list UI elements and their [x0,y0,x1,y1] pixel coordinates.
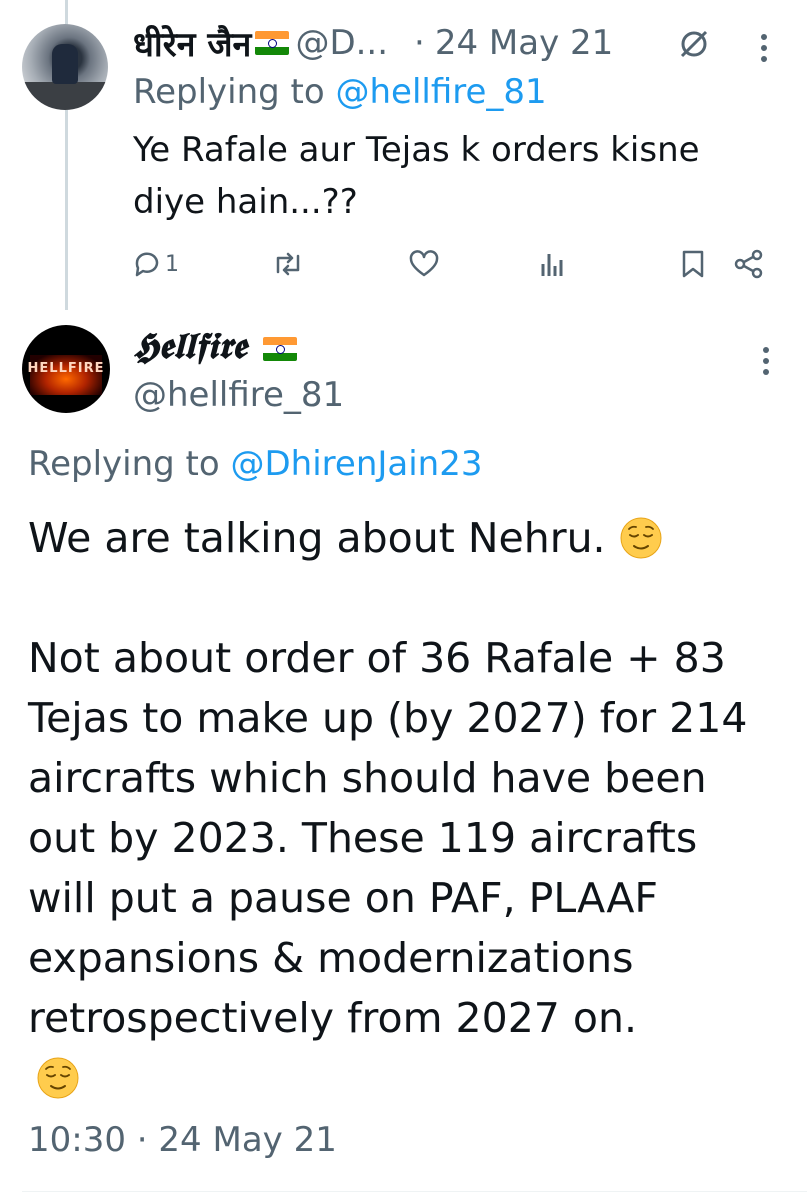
tweet-text-line: aircrafts which should have been [28,754,707,802]
separator-dot: · [136,1120,148,1160]
tweet-text-line: diye hain...?? [133,182,358,222]
tweet-text: We are talking about Nehru. Not about or… [28,508,788,1108]
tweet-time: 10:30 [28,1120,126,1160]
tweet-paragraph: Not about order of 36 Rafale + 83 Tejas … [28,628,788,1108]
replying-label: Replying to [133,72,325,112]
views-button[interactable] [538,244,566,284]
india-flag-icon [255,31,290,55]
tweet-text-line: out by 2023. These 119 aircrafts [28,814,698,862]
share-icon [734,249,763,279]
replying-to: Replying to @DhirenJain23 [28,444,483,484]
avatar-dhiren[interactable] [22,24,108,110]
india-flag-icon [262,337,297,361]
bookmark-icon [682,250,704,278]
avatar-logo-text: HELLFIRE [27,361,105,376]
retweet-icon [276,252,300,276]
more-icon[interactable] [762,347,770,379]
action-bar: 1 [133,244,773,284]
replying-label: Replying to [28,444,220,484]
replying-to: Replying to @hellfire_81 [133,72,547,112]
avatar-figure [52,44,78,84]
reply-count: 1 [165,251,179,277]
author-name[interactable]: 𝕳𝖊𝖑𝖑𝖋𝖎𝖗𝖊 [133,325,301,368]
reply-icon [135,252,159,277]
avatar-hellfire[interactable]: HELLFIRE [22,325,110,413]
replying-to-link[interactable]: @DhirenJain23 [231,444,483,484]
author-handle[interactable]: @D... [295,23,388,63]
author-name[interactable]: धीरेन जैन [133,20,251,66]
tweet-timestamp[interactable]: 10:30 · 24 May 21 [28,1120,337,1160]
tweet-date[interactable]: 24 May 21 [435,23,613,63]
divider [22,1191,807,1192]
tweet-text-line: will put a pause on PAF, PLAAF [28,874,658,922]
edit-icon [680,30,708,58]
tweet-text: Ye Rafale aur Tejas k orders kisne diye … [133,124,773,228]
tweet-text-line: We are talking about Nehru. [28,514,606,562]
tweet-text-line: Ye Rafale aur Tejas k orders kisne [133,130,700,170]
parent-tweet-header: धीरेन जैन @D... · 24 May 21 [133,20,613,66]
tweet-text-line: Tejas to make up (by 2027) for 214 [28,694,748,742]
separator-dot: · [414,23,425,63]
avatar-background [22,82,108,110]
reply-button[interactable]: 1 [133,244,179,284]
relieved-face-emoji [620,517,662,559]
tweet-text-line: Not about order of 36 Rafale + 83 [28,634,726,682]
like-button[interactable] [408,244,440,284]
more-icon[interactable] [760,34,768,66]
author-name-text: 𝕳𝖊𝖑𝖑𝖋𝖎𝖗𝖊 [133,325,247,367]
retweet-button[interactable] [270,244,306,284]
like-icon [409,250,439,277]
views-icon [541,254,563,276]
tweet-paragraph: We are talking about Nehru. [28,508,788,568]
share-button[interactable] [733,244,765,284]
tweet-text-line: retrospectively from 2027 on. [28,994,638,1042]
bookmark-button[interactable] [680,244,706,284]
tweet-date: 24 May 21 [158,1120,337,1160]
relieved-face-emoji [37,1057,79,1099]
tweet-text-line: expansions & modernizations [28,934,634,982]
replying-to-link[interactable]: @hellfire_81 [336,72,547,112]
author-handle[interactable]: @hellfire_81 [133,375,344,415]
